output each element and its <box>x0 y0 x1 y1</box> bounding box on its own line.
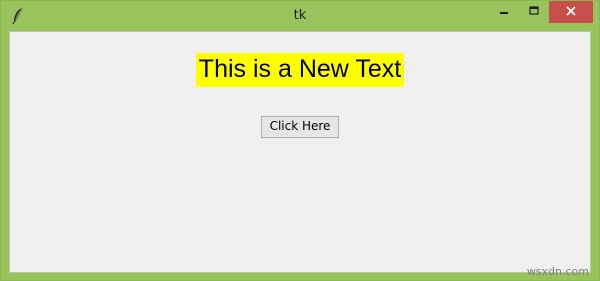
minimize-icon <box>499 3 509 21</box>
text-label: This is a New Text <box>195 53 405 87</box>
maximize-icon <box>529 3 539 21</box>
app-window: tk This is a New Text Click Here wsxdn.c… <box>0 0 600 281</box>
window-controls <box>489 1 593 23</box>
maximize-button[interactable] <box>519 1 549 23</box>
click-here-button[interactable]: Click Here <box>260 116 340 138</box>
minimize-button[interactable] <box>489 1 519 23</box>
close-button[interactable] <box>549 1 593 23</box>
close-icon <box>566 3 576 21</box>
watermark-text: wsxdn.com <box>526 265 589 278</box>
title-bar[interactable]: tk <box>1 1 599 31</box>
button-container: Click Here <box>10 116 590 138</box>
window-client-area: This is a New Text Click Here <box>9 31 591 273</box>
label-container: This is a New Text <box>10 53 590 87</box>
